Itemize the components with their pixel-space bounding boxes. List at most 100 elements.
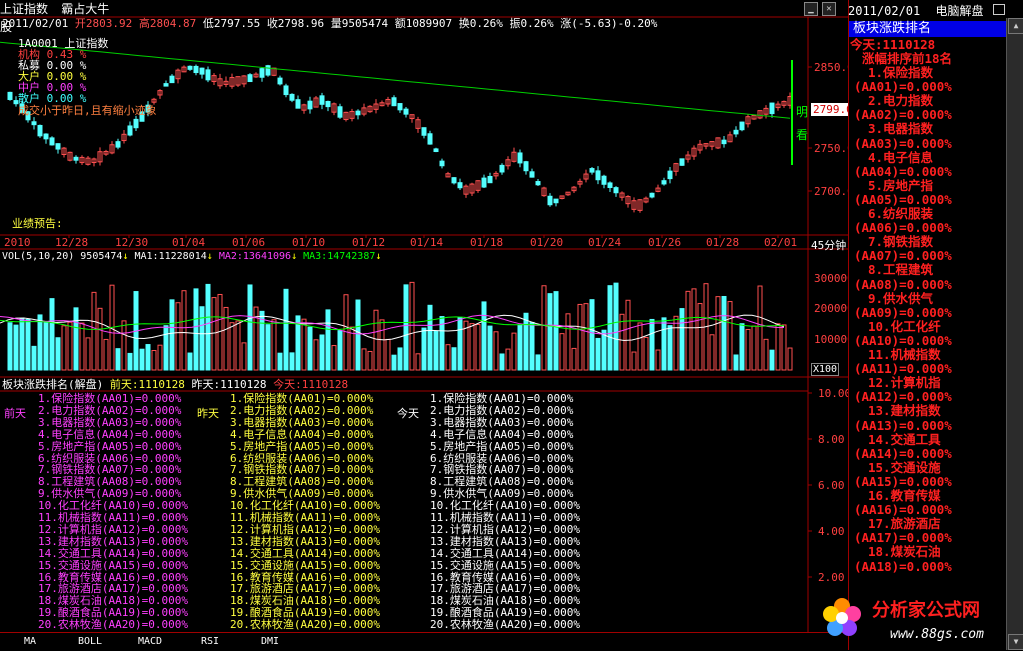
logo-url: www.88gs.com [890, 627, 984, 642]
volume-bar [43, 322, 49, 371]
candle-body [739, 121, 745, 131]
right-scrollbar[interactable]: ▲ ▼ [1006, 18, 1023, 650]
candle-body [307, 100, 313, 110]
window-menu-icon[interactable] [992, 4, 1005, 15]
candle-body [421, 127, 427, 136]
candle-body [49, 137, 55, 146]
volume-bar [679, 308, 685, 371]
candle-body [325, 100, 331, 108]
tab-ma[interactable]: MA [2, 634, 58, 650]
candle-body [31, 121, 37, 126]
candle-body [7, 91, 13, 100]
volume-bar [151, 350, 157, 371]
volume-bar [103, 338, 109, 371]
sector-tick-label: 8.00 [818, 433, 845, 446]
vol-ma1: MA1:11228014 [134, 251, 207, 262]
rp-sector-name: 9.供水供气 [868, 290, 934, 306]
volume-bar [523, 312, 529, 371]
volume-bar [367, 350, 373, 371]
sector-item: 14.交通工具(AA14)=0.000% [230, 546, 380, 560]
sector-item: 9.供水供气(AA09)=0.000% [230, 487, 374, 501]
volume-bar [631, 351, 637, 371]
candle-body [439, 160, 445, 167]
candle-body [487, 175, 493, 184]
sector-item: 17.旅游酒店(AA17)=0.000% [38, 582, 188, 596]
volume-bar [553, 291, 559, 371]
volume-bar [649, 318, 655, 371]
rp-date: 2011/02/01 [848, 4, 921, 18]
sector-before: 前天:1110128 [109, 378, 185, 391]
tab-boll[interactable]: BOLL [62, 634, 118, 650]
sector-item: 18.煤炭石油(AA18)=0.000% [230, 594, 380, 608]
candle-body [289, 93, 295, 101]
volume-bar [139, 348, 145, 371]
volume-bar [415, 353, 421, 371]
volume-bar [607, 285, 613, 371]
volume-bar [37, 314, 43, 371]
volume-bar [517, 324, 523, 371]
candle-body [169, 75, 175, 84]
volume-bar [505, 348, 511, 371]
sector-item: 10.化工化纤(AA10)=0.000% [430, 499, 580, 513]
volume-bar [325, 309, 331, 371]
rp-box-title: 板块涨跌排名 [853, 21, 932, 36]
sector-item: 11.机械指数(AA11)=0.000% [230, 511, 380, 524]
tab-dmi[interactable]: DMI [242, 634, 298, 650]
sector-title: 板块涨跌排名(解盘) [2, 378, 104, 391]
sector-item: 14.交通工具(AA14)=0.000% [38, 546, 188, 560]
sector-tick-label: 6.00 [818, 479, 845, 492]
volume-bar [487, 325, 493, 371]
volume-bar [391, 354, 397, 371]
volume-bar [181, 290, 187, 371]
volume-bar [229, 322, 235, 371]
tab-macd[interactable]: MACD [122, 634, 178, 650]
sector-item: 2.电力指数(AA02)=0.000% [430, 403, 574, 417]
volume-bar [559, 333, 565, 371]
volume-bar [73, 307, 79, 371]
tab-rsi[interactable]: RSI [182, 634, 238, 650]
volume-bar [475, 323, 481, 371]
rp-sector-name: 12.计算机指 [868, 375, 941, 391]
volume-bar [235, 320, 241, 371]
volume-tick-label: 200000 [814, 302, 848, 315]
volume-bar [691, 288, 697, 371]
volume-bar [445, 344, 451, 371]
sector-item: 17.旅游酒店(AA17)=0.000% [230, 582, 380, 596]
volume-bar [655, 349, 661, 371]
sector-item: 13.建材指数(AA13)=0.000% [430, 534, 580, 548]
candle-body [199, 67, 205, 75]
sector-item: 5.房地产指(AA05)=0.000% [38, 439, 182, 453]
rp-sector-value: (AA09)=0.000% [854, 304, 952, 320]
rp-sector-name: 4.电子信息 [868, 149, 934, 165]
volume-bar [169, 299, 175, 371]
logo-name: 分析家公式网 [872, 599, 980, 621]
volume-bar [697, 303, 703, 371]
sector-item: 5.房地产指(AA05)=0.000% [230, 439, 374, 453]
volume-bar [331, 345, 337, 371]
sector-item: 20.农林牧渔(AA20)=0.000% [38, 618, 188, 632]
sector-item: 1.保险指数(AA01)=0.000% [38, 392, 182, 405]
volume-bar [541, 285, 547, 371]
date-tick-label: 12/30 [115, 236, 148, 249]
candle-body [295, 99, 301, 109]
date-tick-label: 12/28 [55, 236, 88, 249]
col-before: 前天 [4, 407, 26, 420]
candle-body [205, 69, 211, 81]
date-tick-label: 01/14 [410, 236, 443, 249]
volume-bar [595, 337, 601, 371]
volume-tick-label: 300000 [814, 272, 848, 285]
rp-sector-value: (AA17)=0.000% [854, 530, 952, 546]
sector-item: 12.计算机指(AA12)=0.000% [230, 522, 380, 536]
volume-bar [7, 322, 13, 371]
volume-bar [667, 325, 673, 371]
volume-bar [211, 297, 217, 371]
volume-bar [61, 325, 67, 371]
sector-item: 15.交通设施(AA15)=0.000% [38, 558, 188, 572]
candle-body [163, 83, 169, 87]
candle-body [589, 168, 595, 173]
sector-item: 8.工程建筑(AA08)=0.000% [230, 475, 374, 489]
scroll-up-icon[interactable]: ▲ [1008, 18, 1023, 34]
candle-body [661, 180, 667, 185]
candle-body [769, 102, 775, 115]
rp-sector-value: (AA08)=0.000% [854, 276, 952, 292]
